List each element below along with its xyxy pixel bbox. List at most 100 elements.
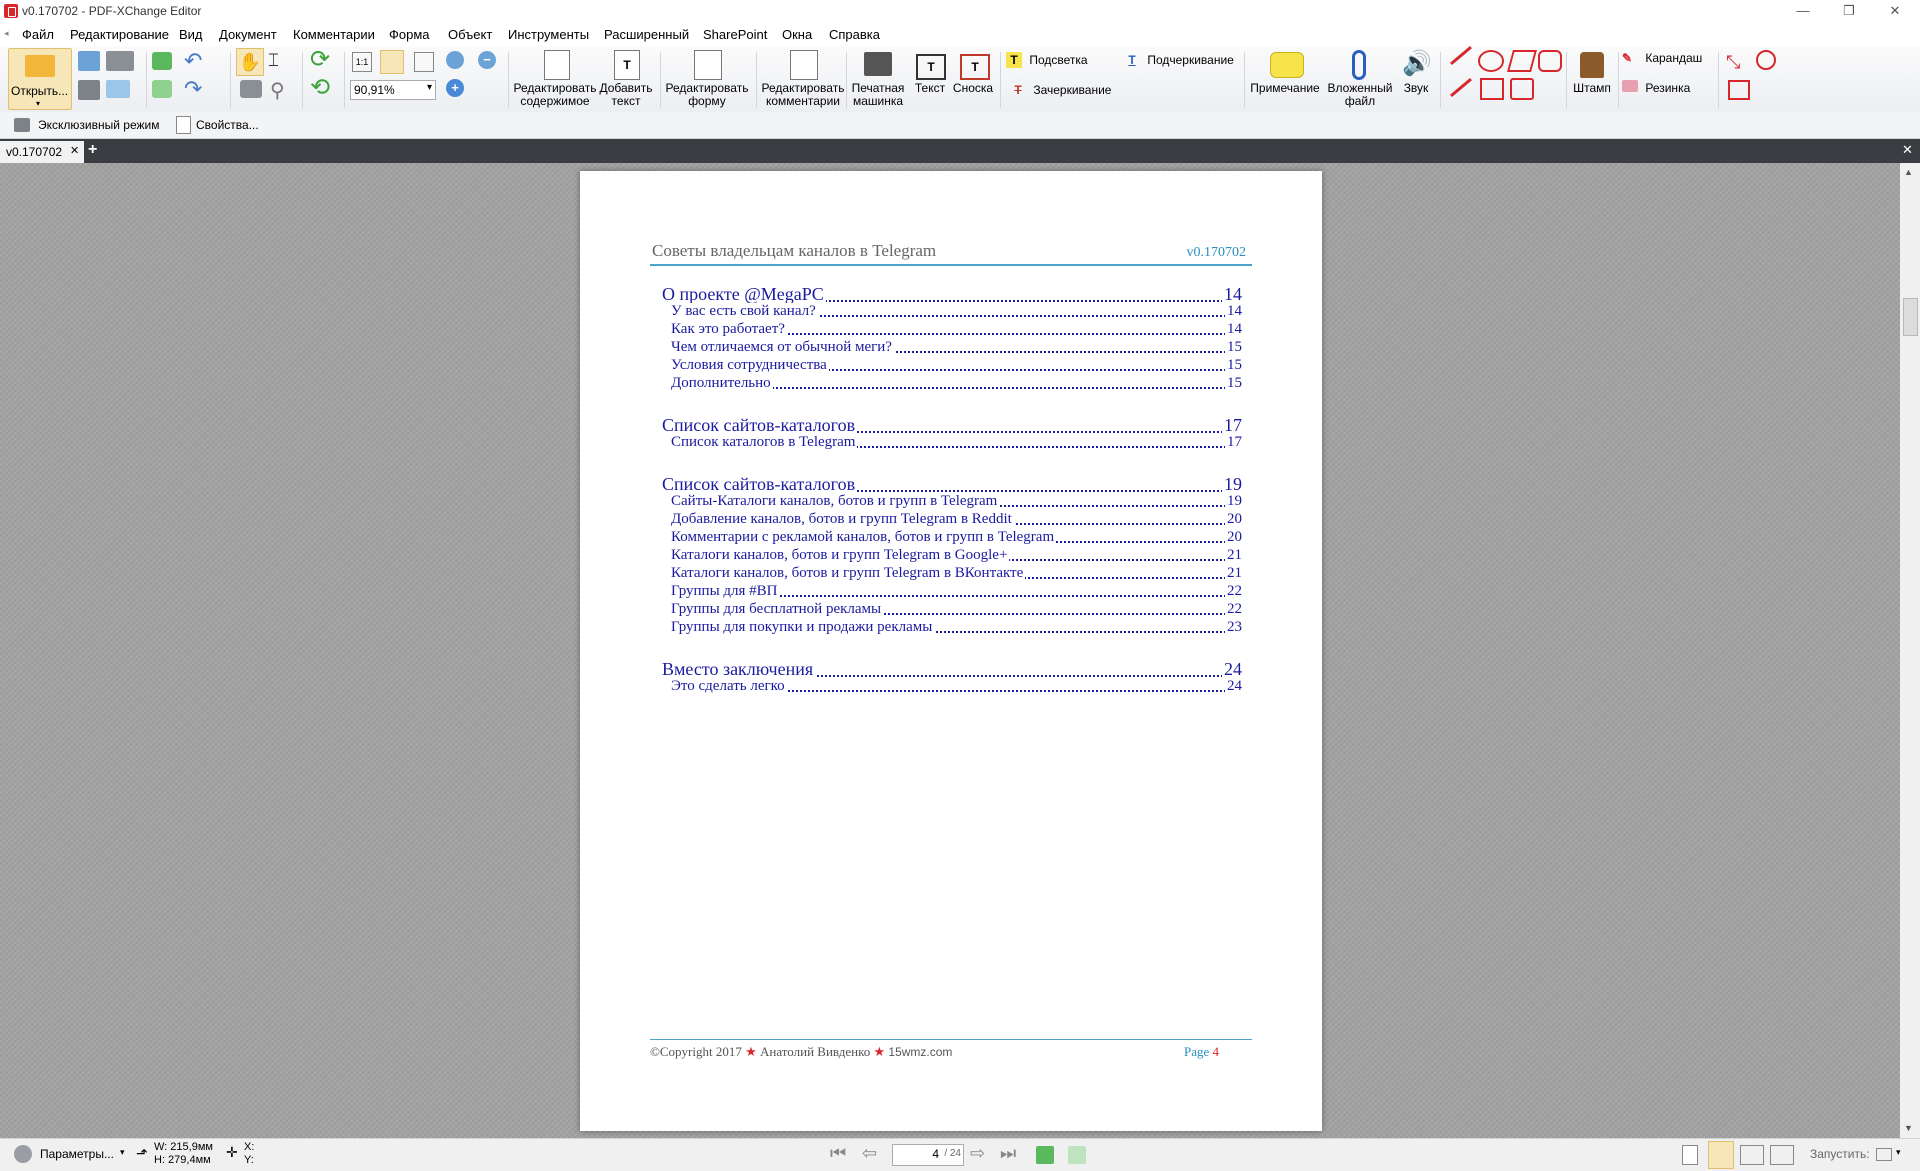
rotate-cw-icon[interactable]: ⟳	[310, 48, 330, 72]
launch-window-icon[interactable]	[1876, 1148, 1892, 1161]
toc-entry-section[interactable]: Это сделать легко 24	[671, 678, 1242, 696]
measure-distance-icon[interactable]: ⤡	[1726, 52, 1740, 73]
measure-area-icon[interactable]	[1756, 50, 1776, 70]
toc-entry-section[interactable]: Чем отличаемся от обычной меги? 15	[671, 339, 1242, 357]
toc-entry-section[interactable]: Каталоги каналов, ботов и групп Telegram…	[671, 565, 1242, 583]
restore-icon[interactable]: ❐	[1826, 0, 1872, 22]
note-button[interactable]: Примечание	[1248, 48, 1322, 108]
vertical-scrollbar[interactable]: ▲ ▼	[1900, 163, 1920, 1138]
text-box-button[interactable]: T Текст	[910, 48, 950, 108]
prev-view-icon[interactable]	[1036, 1146, 1054, 1164]
toc-entry-section[interactable]: Список каталогов в Telegram 17	[671, 434, 1242, 452]
open-button[interactable]: Открыть... ▾	[8, 48, 72, 110]
menu-sharepoint[interactable]: SharePoint	[703, 27, 767, 42]
minimize-icon[interactable]: —	[1780, 0, 1826, 22]
continuous-page-icon[interactable]	[1708, 1141, 1734, 1169]
fit-width-icon[interactable]	[414, 52, 434, 72]
fit-page-icon[interactable]	[380, 50, 404, 74]
scroll-thumb[interactable]	[1903, 298, 1918, 336]
edit-content-button[interactable]: Редактировать содержимое	[512, 48, 598, 108]
export-icon[interactable]	[152, 80, 172, 98]
toc-entry-section[interactable]: Добавление каналов, ботов и групп Telegr…	[671, 511, 1242, 529]
toc-entry-section[interactable]: Группы для бесплатной рекламы 22	[671, 601, 1242, 619]
toc-entry-section[interactable]: У вас есть свой канал? 14	[671, 303, 1242, 321]
eraser-button[interactable]: Резинка	[1622, 80, 1690, 95]
polygon-tool-icon[interactable]	[1510, 78, 1534, 100]
new-tab-icon[interactable]: +	[88, 141, 97, 159]
menu-view[interactable]: Вид	[179, 27, 203, 42]
snapshot-icon[interactable]	[240, 80, 262, 98]
toc-entry-section[interactable]: Группы для #ВП 22	[671, 583, 1242, 601]
menu-windows[interactable]: Окна	[782, 27, 812, 42]
email-icon[interactable]	[106, 80, 130, 98]
toc-entry-section[interactable]: Каталоги каналов, ботов и групп Telegram…	[671, 547, 1242, 565]
import-icon[interactable]	[152, 52, 172, 70]
zoom-combobox[interactable]: 90,91% ▾	[350, 80, 436, 100]
chevron-down-icon[interactable]: ▾	[1896, 1147, 1901, 1158]
callout-button[interactable]: T Сноска	[950, 48, 996, 108]
menu-document[interactable]: Документ	[219, 27, 277, 42]
sound-button[interactable]: 🔊 Звук	[1396, 48, 1436, 108]
edit-form-button[interactable]: Редактировать форму	[664, 48, 750, 108]
prev-page-icon[interactable]: ⇦	[862, 1143, 877, 1164]
zoom-out-icon[interactable]: −	[478, 51, 496, 69]
last-page-icon[interactable]: ⏭	[1000, 1143, 1016, 1164]
menu-comments[interactable]: Комментарии	[293, 27, 375, 42]
first-page-icon[interactable]: ⏮	[830, 1143, 846, 1164]
next-view-icon[interactable]	[1068, 1146, 1086, 1164]
menu-form[interactable]: Форма	[389, 27, 430, 42]
toc-entry-section[interactable]: Как это работает? 14	[671, 321, 1242, 339]
link-tool-icon[interactable]: ⚲	[270, 78, 285, 103]
toc-entry-section[interactable]: Комментарии с рекламой каналов, ботов и …	[671, 529, 1242, 547]
add-text-button[interactable]: T Добавить текст	[598, 48, 654, 108]
close-window-icon[interactable]: ✕	[1872, 0, 1918, 22]
close-all-tabs-icon[interactable]: ✕	[1902, 142, 1913, 158]
measure-perimeter-icon[interactable]	[1728, 80, 1750, 100]
scroll-up-icon[interactable]: ▲	[1904, 167, 1913, 177]
properties-button[interactable]: Свойства...	[196, 118, 259, 132]
attach-file-button[interactable]: Вложенный файл	[1324, 48, 1396, 108]
edit-comments-button[interactable]: Редактировать комментарии	[760, 48, 846, 108]
footer-site-link[interactable]: 15wmz.com	[888, 1045, 952, 1059]
menu-object[interactable]: Объект	[448, 27, 492, 42]
parameters-button[interactable]: Параметры...	[40, 1147, 114, 1161]
oval-tool-icon[interactable]	[1478, 50, 1504, 72]
pencil-button[interactable]: ✎ Карандаш	[1622, 52, 1702, 68]
undo-icon[interactable]: ↶	[184, 50, 202, 72]
rectangle-tool-icon[interactable]	[1480, 78, 1504, 100]
next-page-icon[interactable]: ⇨	[970, 1143, 985, 1164]
scan-icon[interactable]	[106, 51, 134, 71]
menu-help[interactable]: Справка	[829, 27, 880, 42]
highlight-button[interactable]: T Подсветка	[1006, 52, 1088, 68]
toc-entry-section[interactable]: Сайты-Каталоги каналов, ботов и групп в …	[671, 493, 1242, 511]
facing-pages-icon[interactable]	[1740, 1145, 1764, 1165]
stamp-button[interactable]: Штамп	[1568, 48, 1616, 108]
cloud-tool-icon[interactable]	[1538, 50, 1562, 72]
arrow-tool-icon[interactable]	[1450, 77, 1472, 98]
rotate-ccw-icon[interactable]: ⟲	[310, 76, 330, 100]
line-tool-icon[interactable]	[1450, 45, 1472, 66]
menu-advanced[interactable]: Расширенный	[604, 27, 689, 42]
typewriter-button[interactable]: Печатная машинка	[848, 48, 908, 108]
scroll-down-icon[interactable]: ▼	[1904, 1123, 1913, 1133]
chevron-down-icon[interactable]: ▾	[120, 1147, 125, 1158]
single-page-icon[interactable]	[1682, 1145, 1698, 1165]
toc-entry-section[interactable]: Дополнительно 15	[671, 375, 1242, 393]
zoom-in-icon[interactable]: +	[446, 79, 464, 97]
hand-tool-icon[interactable]: ✋	[236, 48, 264, 76]
page-number-input[interactable]: 4 / 24	[892, 1144, 964, 1166]
polyline-tool-icon[interactable]	[1507, 50, 1537, 72]
document-tab[interactable]: v0.170702 ✕	[0, 141, 84, 163]
select-text-icon[interactable]: ⌶	[268, 50, 279, 71]
gear-icon[interactable]	[14, 1145, 32, 1163]
actual-size-icon[interactable]: 1:1	[352, 52, 372, 72]
menu-tools[interactable]: Инструменты	[508, 27, 589, 42]
zoom-in-magnifier-icon[interactable]	[446, 51, 464, 69]
continuous-facing-icon[interactable]	[1770, 1145, 1794, 1165]
print-icon[interactable]	[78, 80, 100, 100]
strikeout-button[interactable]: T Зачеркивание	[1010, 82, 1111, 98]
save-icon[interactable]	[78, 51, 100, 71]
toc-entry-section[interactable]: Условия сотрудничества 15	[671, 357, 1242, 375]
menu-edit[interactable]: Редактирование	[70, 27, 169, 42]
underline-button[interactable]: T Подчеркивание	[1124, 52, 1234, 68]
